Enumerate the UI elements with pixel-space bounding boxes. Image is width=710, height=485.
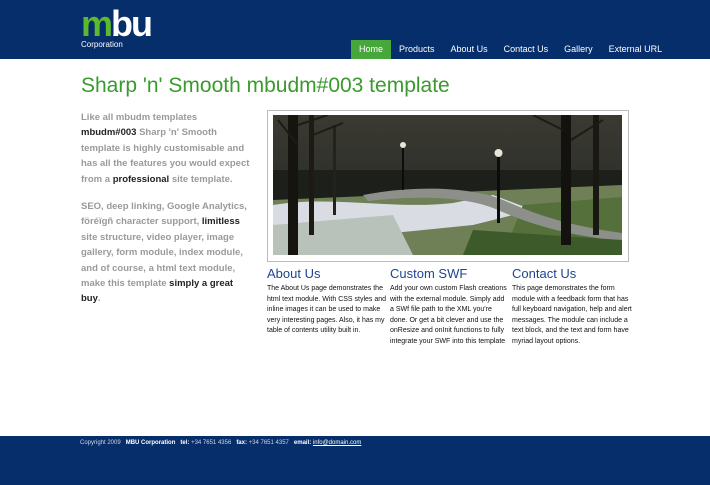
footer-copyright: Copyright 2009: [80, 440, 121, 446]
intro-emphasis: professional: [112, 173, 170, 185]
about-us-text: The About Us page demonstrates the html …: [267, 285, 387, 334]
custom-swf-heading[interactable]: Custom SWF: [390, 266, 510, 282]
intro-paragraph-1: Like all mbudm templates mbudm#003 Sharp…: [81, 110, 251, 187]
footer-fax-label: fax:: [236, 440, 247, 446]
intro-text-span: Like all mbudm templates: [81, 112, 198, 123]
intro-text-span: site template.: [169, 173, 233, 185]
contact-us-heading[interactable]: Contact Us: [512, 266, 632, 282]
nav-about-us[interactable]: About Us: [443, 40, 496, 59]
intro-paragraph-2: SEO, deep linking, Google Analytics, för…: [81, 199, 251, 307]
logo-subtitle: Corporation: [81, 40, 123, 49]
footer-email-link[interactable]: info@domain.com: [313, 440, 361, 446]
logo-wordmark: mbu: [81, 6, 153, 42]
hero-image: [273, 115, 622, 255]
custom-swf-column: Custom SWF Add your own custom Flash cre…: [390, 266, 510, 347]
site-header: mbu Corporation Home Products About Us C…: [0, 0, 710, 59]
intro-emphasis: mbudm#003: [81, 127, 137, 139]
nav-external-url[interactable]: External URL: [601, 40, 671, 59]
contact-us-column: Contact Us This page demonstrates the fo…: [512, 266, 632, 347]
footer-tel-label: tel:: [180, 440, 190, 446]
intro-emphasis: limitless: [201, 216, 240, 228]
nav-contact-us[interactable]: Contact Us: [496, 40, 557, 59]
footer-contact-line: Copyright 2009 MBU Corporation tel: +34 …: [80, 440, 361, 446]
main-nav: Home Products About Us Contact Us Galler…: [351, 40, 670, 59]
contact-us-text: This page demonstrates the form module w…: [512, 285, 632, 345]
footer-tel: +34 7651 4356: [191, 440, 232, 446]
custom-swf-text: Add your own custom Flash creations with…: [390, 285, 507, 345]
footer-email-label: email:: [293, 440, 312, 446]
logo[interactable]: mbu Corporation: [81, 6, 171, 53]
footer-fax: +34 7651 4357: [248, 440, 289, 446]
about-us-heading[interactable]: About Us: [267, 266, 387, 282]
page-title: Sharp 'n' Smooth mbudm#003 template: [81, 74, 450, 97]
site-footer: Copyright 2009 MBU Corporation tel: +34 …: [0, 436, 710, 485]
hero-image-frame: [267, 110, 629, 262]
about-us-column: About Us The About Us page demonstrates …: [267, 266, 387, 337]
intro-text-span: .: [97, 293, 101, 305]
park-photo: [273, 115, 622, 255]
logo-letter-m: m: [81, 3, 113, 44]
intro-text: Like all mbudm templates mbudm#003 Sharp…: [81, 110, 251, 319]
nav-home[interactable]: Home: [351, 40, 392, 59]
nav-gallery[interactable]: Gallery: [556, 40, 601, 59]
logo-letters-bu: bu: [111, 3, 153, 44]
nav-products[interactable]: Products: [391, 40, 443, 59]
footer-company: MBU Corporation: [125, 440, 176, 446]
